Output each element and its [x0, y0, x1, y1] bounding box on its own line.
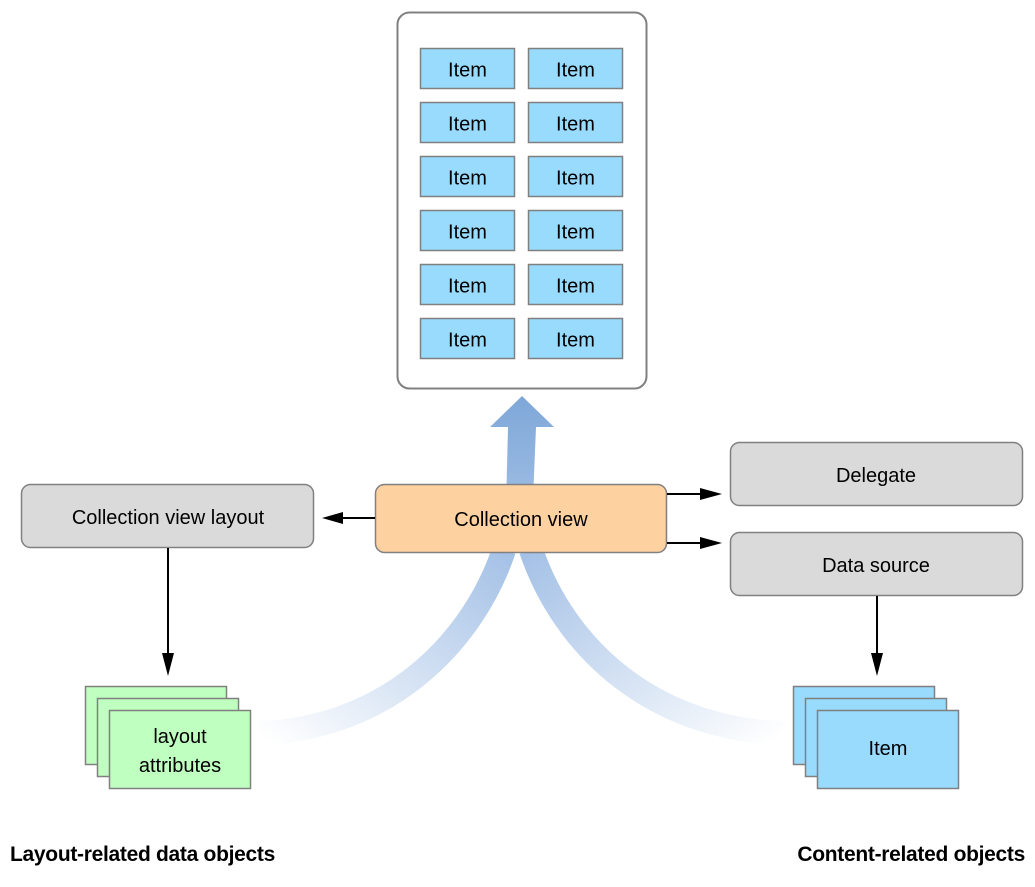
caption-layout-related: Layout-related data objects: [10, 843, 275, 866]
grid-item[interactable]: Item: [419, 155, 516, 198]
content-item-label: Item: [869, 738, 908, 760]
collection-view-label: Collection view: [454, 509, 588, 531]
data-source-label: Data source: [822, 555, 930, 577]
content-items-stack: Item: [792, 685, 960, 790]
collection-view-diagram: Item Item Item Item Item Item Item Item Item Item…: [20, 11, 1024, 790]
grid-item[interactable]: Item: [419, 101, 516, 144]
collection-view-layout-node[interactable]: Collection view layout: [20, 483, 315, 549]
layout-attributes-label-line2: attributes: [139, 755, 221, 777]
delegate-node[interactable]: Delegate: [729, 441, 1024, 507]
arrow-collection-view-to-delegate: [667, 488, 722, 500]
arrow-layout-to-attributes: [162, 548, 174, 676]
grid-item-label: Item: [448, 114, 487, 136]
grid-item-label: Item: [448, 276, 487, 298]
grid-item-label: Item: [448, 60, 487, 82]
grid-item[interactable]: Item: [419, 47, 516, 90]
layout-attributes-label-line1: layout: [153, 726, 207, 748]
grid-item-label: Item: [448, 222, 487, 244]
caption-content-related: Content-related objects: [797, 843, 1025, 866]
delegate-label: Delegate: [836, 465, 916, 487]
grid-item-label: Item: [556, 114, 595, 136]
grid-item[interactable]: Item: [527, 101, 624, 144]
grid-item-label: Item: [448, 168, 487, 190]
collection-view-layout-label: Collection view layout: [72, 507, 265, 529]
grid-item[interactable]: Item: [419, 263, 516, 306]
collection-view-node[interactable]: Collection view: [374, 483, 668, 554]
grid-item[interactable]: Item: [527, 263, 624, 306]
grid-item-label: Item: [556, 276, 595, 298]
data-source-node[interactable]: Data source: [729, 531, 1024, 597]
grid-item-label: Item: [556, 330, 595, 352]
grid-item-label: Item: [556, 222, 595, 244]
arrow-collection-view-to-layout: [322, 512, 375, 524]
arrow-collection-view-to-data-source: [667, 537, 722, 549]
grid-item-label: Item: [448, 330, 487, 352]
grid-item[interactable]: Item: [527, 317, 624, 360]
grid-item-label: Item: [556, 60, 595, 82]
grid-item[interactable]: Item: [527, 47, 624, 90]
grid-item-label: Item: [556, 168, 595, 190]
flow-curve-layout: [257, 546, 516, 745]
arrow-data-source-to-items: [871, 596, 883, 676]
grid-item[interactable]: Item: [419, 209, 516, 252]
grid-item[interactable]: Item: [527, 209, 624, 252]
grid-item[interactable]: Item: [419, 317, 516, 360]
grid-item[interactable]: Item: [527, 155, 624, 198]
layout-attributes-stack: layout attributes: [84, 685, 252, 790]
